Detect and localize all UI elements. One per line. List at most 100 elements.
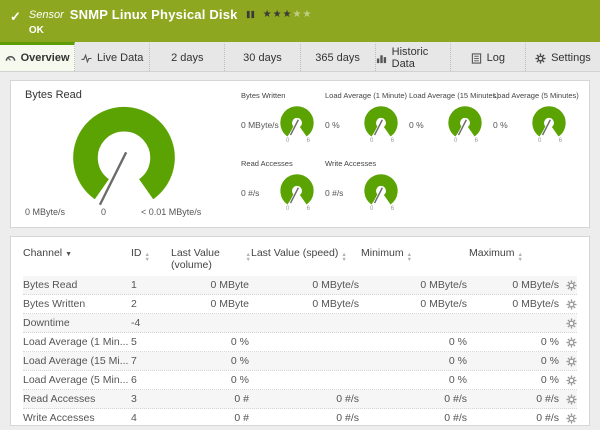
log-icon: [471, 52, 482, 64]
small-gauge-scale-max: 6: [306, 206, 310, 212]
historic-data-icon: [376, 53, 387, 64]
cell-last-value-volume: 0 #: [234, 393, 249, 406]
cell-last-value-speed: 0 MByte/s: [312, 298, 359, 311]
small-gauge-label: Read Accesses: [241, 159, 293, 168]
cell-minimum: 0 MByte/s: [420, 298, 467, 311]
priority-stars[interactable]: ★ ★ ★ ★ ★: [263, 9, 313, 20]
star-empty-icon[interactable]: ★: [302, 9, 312, 20]
main-gauge-dial: [73, 106, 175, 206]
channel-settings-icon[interactable]: [566, 299, 577, 310]
small-gauge-value: 0 #/s: [241, 188, 260, 198]
tab-label: Live Data: [96, 52, 144, 64]
small-gauge-dial: 0 6: [279, 104, 317, 146]
small-gauge-dial: 0 6: [447, 104, 485, 146]
small-gauge-value: 0 MByte/s: [241, 120, 279, 130]
channel-settings-icon[interactable]: [566, 375, 577, 386]
channel-settings-icon[interactable]: [566, 280, 577, 291]
column-header-last-value-volume[interactable]: Last Value (volume) ▲ ▼: [171, 247, 251, 271]
small-gauges-grid: Bytes Written 0 MByte/s 0 6 Load Average…: [235, 89, 579, 219]
cell-last-value-speed: 0 #/s: [336, 412, 359, 425]
tab-2-days[interactable]: 2 days: [150, 42, 226, 71]
star-filled-icon[interactable]: ★: [273, 9, 283, 20]
small-gauge-dial: 0 6: [363, 104, 401, 146]
cell-minimum: 0 #/s: [444, 412, 467, 425]
channel-settings-icon[interactable]: [566, 356, 577, 367]
small-gauge-scale-max: 6: [558, 138, 562, 144]
table-row-bytes-read[interactable]: Bytes Read 1 0 MByte 0 MByte/s 0 MByte/s…: [23, 276, 577, 296]
column-header-maximum[interactable]: Maximum ▲ ▼: [469, 247, 561, 262]
sensor-title: SNMP Linux Physical Disk: [69, 7, 238, 22]
cell-id: 7: [131, 355, 137, 368]
small-gauge-scale-max: 6: [306, 138, 310, 144]
channel-table-panel: Channel ▼ ID ▲ ▼ Last Value (volume) ▲ ▼ L…: [10, 236, 590, 426]
tab-365-days[interactable]: 365 days: [301, 42, 376, 71]
cell-channel: Load Average (15 Mi...: [23, 355, 129, 368]
small-gauge-load-average-1-minute: Load Average (1 Minute) 0 % 0 6: [325, 89, 409, 157]
column-header-channel[interactable]: Channel ▼: [23, 247, 131, 259]
column-header-label: Last Value (volume): [171, 247, 220, 272]
small-gauge-scale-min: 0: [370, 138, 374, 144]
cell-id: 5: [131, 336, 137, 349]
tab-30-days[interactable]: 30 days: [225, 42, 301, 71]
tab-settings[interactable]: Settings: [526, 42, 600, 71]
star-empty-icon[interactable]: ★: [293, 9, 303, 20]
star-filled-icon[interactable]: ★: [263, 9, 273, 20]
cell-maximum: 0 MByte/s: [512, 298, 559, 311]
channel-settings-icon[interactable]: [566, 337, 577, 348]
cell-maximum: 0 %: [540, 336, 559, 349]
small-gauge-dial: 0 6: [531, 104, 569, 146]
tab-historic-data[interactable]: Historic Data: [376, 42, 451, 71]
cell-channel: Load Average (5 Min...: [23, 374, 129, 387]
main-gauge-current-value: 0 MByte/s: [25, 207, 66, 217]
table-row-write-accesses[interactable]: Write Accesses 4 0 # 0 #/s 0 #/s 0 #/s: [23, 409, 577, 425]
star-filled-icon[interactable]: ★: [283, 9, 293, 20]
sensor-kind-label: Sensor: [28, 8, 64, 21]
channel-settings-icon[interactable]: [566, 318, 577, 329]
small-gauge-load-average-5-minutes: Load Average (5 Minutes) 0 % 0 6: [493, 89, 579, 157]
sort-desc-icon: ▼: [65, 251, 73, 258]
cell-id: 1: [131, 279, 137, 292]
cell-minimum: 0 %: [448, 355, 467, 368]
column-header-minimum[interactable]: Minimum ▲ ▼: [361, 247, 469, 262]
small-gauge-label: Load Average (1 Minute): [325, 91, 407, 100]
tab-live-data[interactable]: Live Data: [75, 42, 151, 71]
small-gauge-bytes-written: Bytes Written 0 MByte/s 0 6: [241, 89, 325, 157]
table-row-bytes-written[interactable]: Bytes Written 2 0 MByte 0 MByte/s 0 MByt…: [23, 295, 577, 315]
column-header-label: Maximum: [469, 247, 515, 259]
small-gauge-label: Bytes Written: [241, 91, 286, 100]
main-gauge-label: Bytes Read: [25, 89, 82, 101]
tab-log[interactable]: Log: [451, 42, 526, 71]
small-gauge-scale-min: 0: [286, 138, 290, 144]
channel-settings-icon[interactable]: [566, 413, 577, 424]
cell-channel: Load Average (1 Min...: [23, 336, 129, 349]
cell-maximum: 0 %: [540, 374, 559, 387]
cell-last-value-volume: 0 %: [230, 374, 249, 387]
cell-channel: Bytes Read: [23, 279, 78, 292]
tab-label: Historic Data: [391, 46, 429, 70]
cell-minimum: 0 %: [448, 374, 467, 387]
column-header-last-value-speed[interactable]: Last Value (speed) ▲ ▼: [251, 247, 361, 262]
table-row-read-accesses[interactable]: Read Accesses 3 0 # 0 #/s 0 #/s 0 #/s: [23, 390, 577, 410]
small-gauge-value: 0 %: [325, 120, 340, 130]
cell-maximum: 0 MByte/s: [512, 279, 559, 292]
overview-icon: [5, 53, 16, 64]
status-ok-check-icon: ✓: [10, 9, 21, 24]
cell-id: -4: [131, 317, 141, 330]
small-gauge-load-average-15-minutes: Load Average (15 Minutes) 0 % 0 6: [409, 89, 499, 157]
channel-settings-icon[interactable]: [566, 394, 577, 405]
tab-label: Log: [486, 52, 505, 64]
bytes-read-gauge: Bytes Read 0 MByte/s 0 < 0.01 MByte/s: [23, 89, 235, 219]
small-gauge-scale-max: 6: [390, 206, 394, 212]
small-gauge-scale-max: 6: [390, 138, 394, 144]
table-row-downtime[interactable]: Downtime -4: [23, 314, 577, 334]
small-gauge-dial: 0 6: [279, 172, 317, 214]
small-gauge-scale-max: 6: [474, 138, 478, 144]
table-row-load-average-15-mi[interactable]: Load Average (15 Mi... 7 0 % 0 % 0 %: [23, 352, 577, 372]
table-row-load-average-5-min[interactable]: Load Average (5 Min... 6 0 % 0 % 0 %: [23, 371, 577, 391]
cell-id: 4: [131, 412, 137, 425]
pause-icon[interactable]: [246, 10, 255, 19]
tab-bar: Overview Live Data 2 days 30 days 365 da…: [0, 42, 600, 72]
tab-overview[interactable]: Overview: [0, 42, 76, 71]
table-row-load-average-1-min[interactable]: Load Average (1 Min... 5 0 % 0 % 0 %: [23, 333, 577, 353]
column-header-id[interactable]: ID ▲ ▼: [131, 247, 171, 262]
